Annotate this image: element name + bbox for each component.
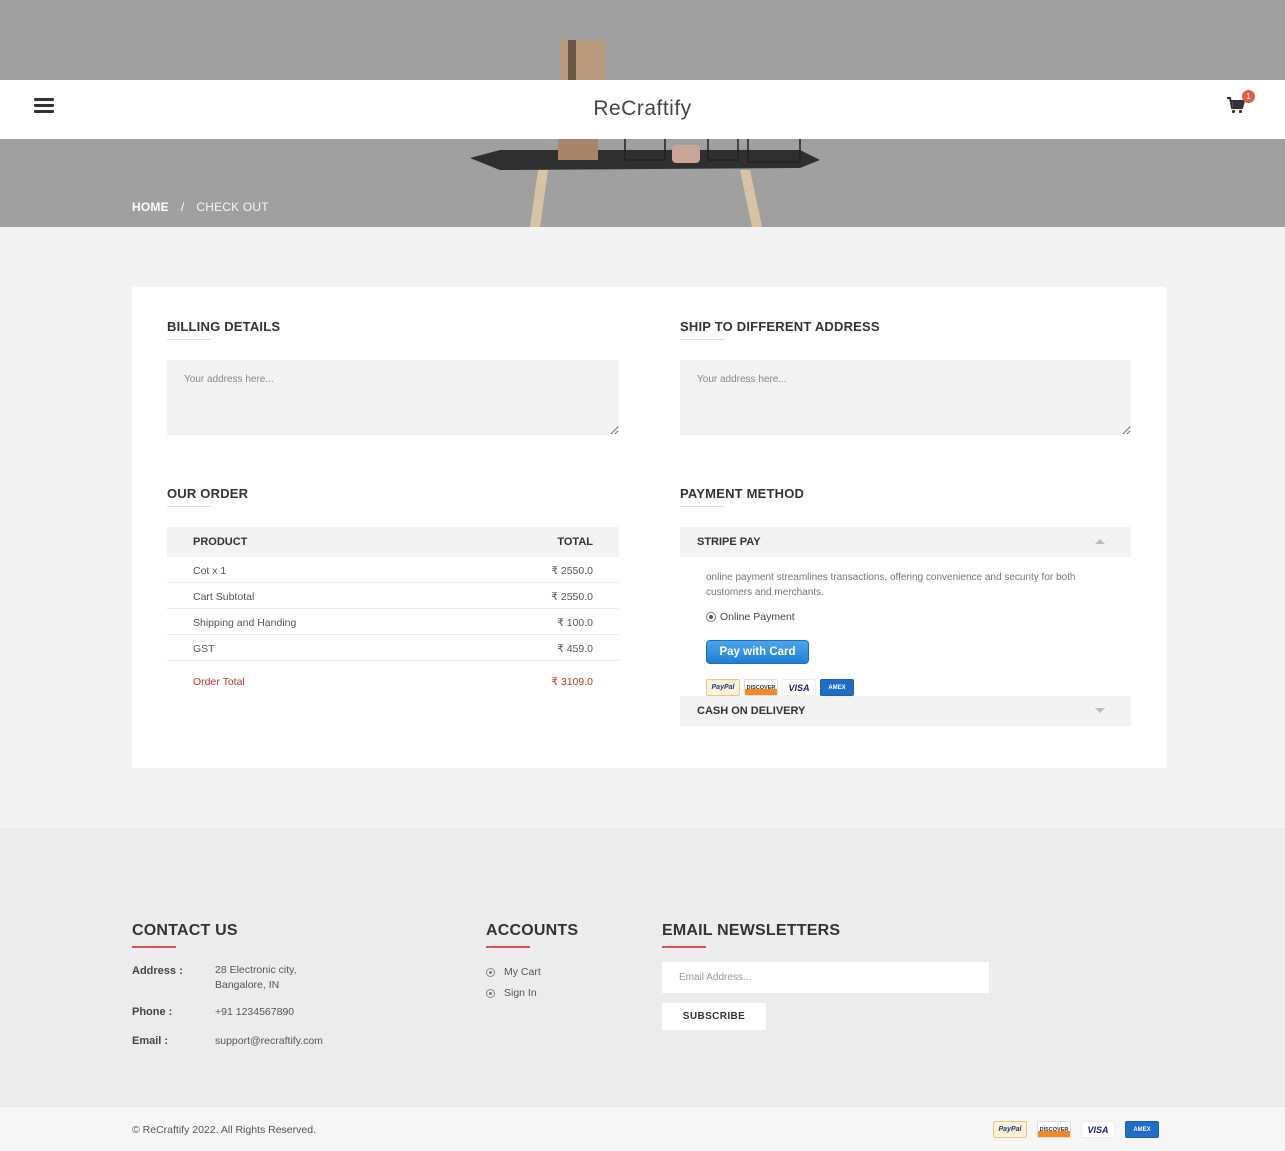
paypal-card-icon: PayPal <box>706 679 740 696</box>
discover-card-icon: DISCOVER <box>1037 1121 1071 1138</box>
order-row-label: Cot x 1 <box>193 565 227 577</box>
subscribe-button[interactable]: SUBSCRIBE <box>662 1003 766 1030</box>
address-line-2: Bangalore, IN <box>215 979 280 991</box>
order-col-total: TOTAL <box>557 536 593 548</box>
our-order-title: OUR ORDER <box>167 486 249 507</box>
shipping-address-input[interactable] <box>680 360 1131 435</box>
visa-card-icon: VISA <box>1081 1121 1115 1138</box>
order-row-value: ₹ 459.0 <box>557 643 593 655</box>
pay-with-card-button[interactable]: Pay with Card <box>706 640 809 664</box>
chevron-down-icon <box>1095 708 1105 713</box>
order-col-product: PRODUCT <box>193 536 248 548</box>
payment-method-title: PAYMENT METHOD <box>680 486 805 507</box>
account-link-label: My Cart <box>504 966 541 978</box>
order-row-label: Shipping and Handing <box>193 617 297 629</box>
visa-card-icon: VISA <box>782 679 816 696</box>
phone-label: Phone : <box>132 1006 173 1018</box>
order-row: Cot x 1 ₹ 2550.0 <box>167 557 619 583</box>
address-line-1: 28 Electronic city, <box>215 964 297 976</box>
paypal-card-icon: PayPal <box>993 1121 1027 1138</box>
stripe-pay-label: STRIPE PAY <box>697 536 761 548</box>
breadcrumb: HOME / CHECK OUT <box>132 200 269 214</box>
breadcrumb-home[interactable]: HOME <box>132 200 169 214</box>
cash-on-delivery-label: CASH ON DELIVERY <box>697 705 806 717</box>
billing-address-input[interactable] <box>167 360 619 435</box>
breadcrumb-current: CHECK OUT <box>196 200 269 214</box>
phone-value: +91 1234567890 <box>215 1006 295 1018</box>
breadcrumb-separator: / <box>180 200 185 214</box>
address-label: Address : <box>132 965 183 977</box>
order-total-label: Order Total <box>193 676 245 688</box>
address-value: 28 Electronic city, Bangalore, IN <box>215 963 297 993</box>
discover-card-icon: DISCOVER <box>744 679 778 696</box>
payment-cards-row: PayPal DISCOVER VISA AMEX <box>706 679 854 696</box>
site-footer: CONTACT US Address : 28 Electronic city,… <box>0 828 1285 1107</box>
brand-logo[interactable]: ReCraftify <box>0 97 1285 121</box>
account-link-sign-in[interactable]: Sign In <box>486 987 537 999</box>
online-payment-option[interactable]: Online Payment <box>706 611 795 623</box>
amex-card-icon: AMEX <box>1125 1121 1159 1138</box>
online-payment-radio[interactable] <box>706 612 716 622</box>
cash-on-delivery-accordion[interactable]: CASH ON DELIVERY <box>680 696 1131 726</box>
billing-details-title: BILLING DETAILS <box>167 319 281 340</box>
order-row-value: ₹ 100.0 <box>557 617 593 629</box>
order-row: GST ₹ 459.0 <box>167 635 619 661</box>
footer-payment-cards: PayPal DISCOVER VISA AMEX <box>993 1121 1159 1138</box>
stripe-pay-accordion[interactable]: STRIPE PAY <box>680 527 1131 557</box>
order-row-label: GST <box>193 643 215 655</box>
account-link-label: Sign In <box>504 987 537 999</box>
online-payment-label: Online Payment <box>720 611 795 623</box>
chevron-up-icon <box>1095 539 1105 544</box>
checkout-card: BILLING DETAILS SHIP TO DIFFERENT ADDRES… <box>132 287 1166 768</box>
amex-card-icon: AMEX <box>820 679 854 696</box>
email-label: Email : <box>132 1035 169 1047</box>
copyright-text: © ReCraftify 2022. All Rights Reserved. <box>132 1124 316 1136</box>
shipping-title: SHIP TO DIFFERENT ADDRESS <box>680 319 880 340</box>
bullet-icon <box>486 967 495 977</box>
order-total-row: Order Total ₹ 3109.0 <box>167 668 619 694</box>
stripe-pay-description: online payment streamlines transactions,… <box>706 572 1076 598</box>
newsletter-title: EMAIL NEWSLETTERS <box>662 922 841 948</box>
accounts-title: ACCOUNTS <box>486 922 579 948</box>
bullet-icon <box>486 988 495 998</box>
newsletter-email-input[interactable] <box>662 962 989 993</box>
account-link-my-cart[interactable]: My Cart <box>486 966 541 978</box>
order-total-value: ₹ 3109.0 <box>551 676 593 688</box>
order-row-value: ₹ 2550.0 <box>551 591 593 603</box>
order-row: Cart Subtotal ₹ 2550.0 <box>167 583 619 609</box>
order-row-label: Cart Subtotal <box>193 591 255 603</box>
order-row-value: ₹ 2550.0 <box>551 565 593 577</box>
footer-bottom-bar: © ReCraftify 2022. All Rights Reserved. … <box>0 1107 1285 1151</box>
email-value[interactable]: support@recraftify.com <box>215 1034 323 1049</box>
order-row: Shipping and Handing ₹ 100.0 <box>167 609 619 635</box>
contact-us-title: CONTACT US <box>132 922 238 948</box>
cart-count-badge: 1 <box>1242 90 1255 103</box>
order-table-header: PRODUCT TOTAL <box>167 527 619 557</box>
